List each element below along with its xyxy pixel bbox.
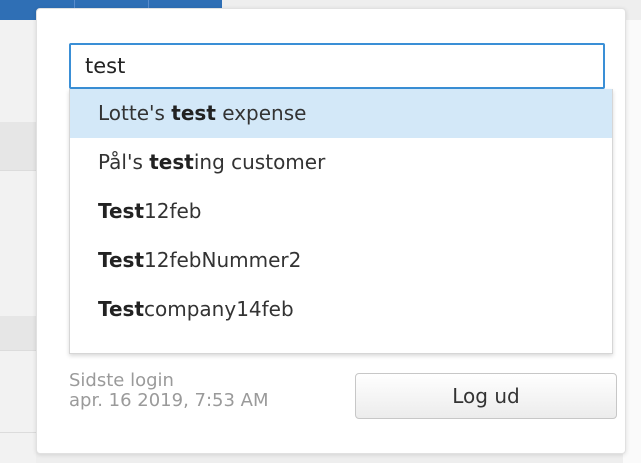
- suggestion-item[interactable]: Test12feb: [70, 187, 612, 236]
- suggestion-match: test: [149, 150, 194, 174]
- suggestion-list: Lotte's test expense Pål's testing custom…: [69, 89, 613, 354]
- suggestion-text-after: ing customer: [193, 150, 326, 174]
- background-sidebar: [0, 20, 36, 463]
- suggestion-text-after: company14feb: [144, 297, 294, 321]
- background-row: [0, 122, 36, 170]
- suggestion-match: Test: [98, 297, 145, 321]
- suggestion-text-after: expense: [215, 101, 307, 125]
- suggestion-text-before: Pål's: [98, 150, 150, 174]
- suggestion-item[interactable]: Test12febNummer2: [70, 236, 612, 285]
- background-divider: [0, 432, 36, 433]
- search-input[interactable]: [69, 43, 605, 89]
- suggestion-text-after: 12febNummer2: [144, 248, 302, 272]
- suggestion-text-before: Lotte's: [98, 101, 172, 125]
- background-divider: [0, 350, 36, 351]
- suggestion-match: Test: [98, 248, 145, 272]
- suggestion-match: test: [171, 101, 216, 125]
- suggestion-text-after: 12feb: [144, 199, 202, 223]
- background-row: [0, 316, 36, 350]
- logout-button[interactable]: Log ud: [355, 373, 617, 419]
- background-divider: [0, 170, 36, 171]
- account-popover: Lotte's test expensePål's testing custom…: [36, 8, 626, 454]
- suggestion-match: Test: [98, 199, 145, 223]
- suggestion-item[interactable]: Pål's testing customer: [70, 138, 612, 187]
- last-login: Sidste login apr. 16 2019, 7:53 AM: [69, 371, 269, 411]
- last-login-label: Sidste login: [69, 370, 174, 391]
- suggestion-item[interactable]: Testcompany14feb: [70, 285, 612, 334]
- suggestion-item[interactable]: Lotte's test expense: [70, 89, 612, 138]
- last-login-value: apr. 16 2019, 7:53 AM: [69, 390, 269, 411]
